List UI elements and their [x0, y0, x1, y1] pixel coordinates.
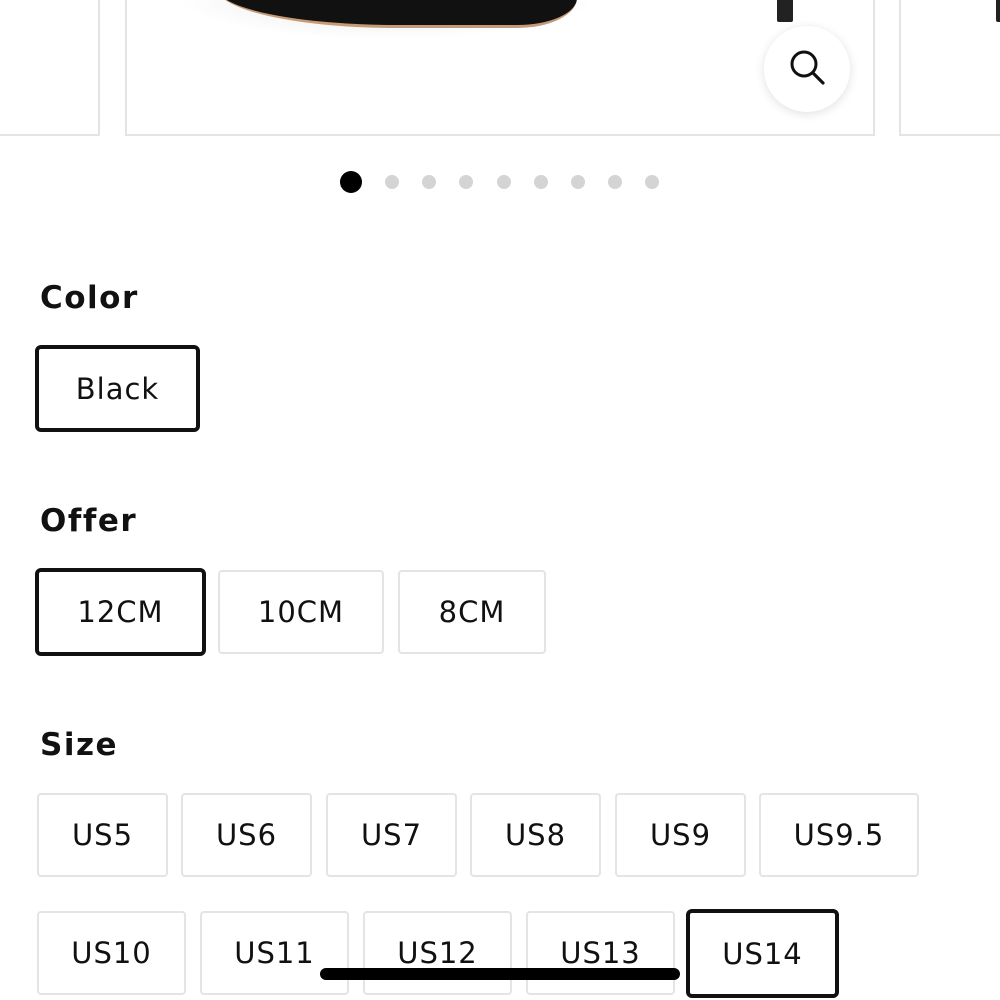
offer-option-8cm[interactable]: 8CM: [398, 570, 546, 654]
pagination-dot[interactable]: [645, 175, 659, 189]
pagination-dot[interactable]: [608, 175, 622, 189]
shoe-heel-image: [777, 0, 793, 22]
size-option-us10[interactable]: US10: [37, 911, 186, 995]
size-option-us9-5[interactable]: US9.5: [759, 793, 919, 877]
product-options-page: Color Black Offer 12CM 10CM 8CM Size US5…: [0, 0, 1000, 1000]
pagination-dot[interactable]: [422, 175, 436, 189]
size-option-us12[interactable]: US12: [363, 911, 512, 995]
pagination-dot[interactable]: [534, 175, 548, 189]
pagination-dot[interactable]: [340, 171, 362, 193]
gallery-slide-previous[interactable]: [0, 0, 100, 136]
size-option-us9[interactable]: US9: [615, 793, 746, 877]
size-option-us11[interactable]: US11: [200, 911, 349, 995]
size-option-us5[interactable]: US5: [37, 793, 168, 877]
search-icon: [787, 47, 827, 91]
pagination-dot[interactable]: [459, 175, 473, 189]
offer-option-12cm[interactable]: 12CM: [35, 568, 206, 656]
color-option-black[interactable]: Black: [35, 345, 200, 432]
product-image-gallery[interactable]: [0, 0, 1000, 140]
size-option-us7[interactable]: US7: [326, 793, 457, 877]
pagination-dot[interactable]: [571, 175, 585, 189]
size-label: Size: [40, 727, 119, 763]
size-option-us8[interactable]: US8: [470, 793, 601, 877]
size-option-us14[interactable]: US14: [686, 909, 839, 998]
size-option-us13[interactable]: US13: [526, 911, 675, 995]
pagination-dot[interactable]: [497, 175, 511, 189]
size-option-us6[interactable]: US6: [181, 793, 312, 877]
gallery-slide-current[interactable]: [125, 0, 875, 136]
zoom-button[interactable]: [764, 26, 850, 112]
offer-label: Offer: [40, 503, 138, 539]
offer-option-10cm[interactable]: 10CM: [218, 570, 384, 654]
home-indicator[interactable]: [320, 968, 680, 980]
next-shoe-image: [996, 0, 1000, 22]
gallery-slide-next[interactable]: [899, 0, 1000, 136]
color-label: Color: [40, 280, 139, 316]
pagination-dot[interactable]: [385, 175, 399, 189]
gallery-pagination: [0, 170, 1000, 194]
